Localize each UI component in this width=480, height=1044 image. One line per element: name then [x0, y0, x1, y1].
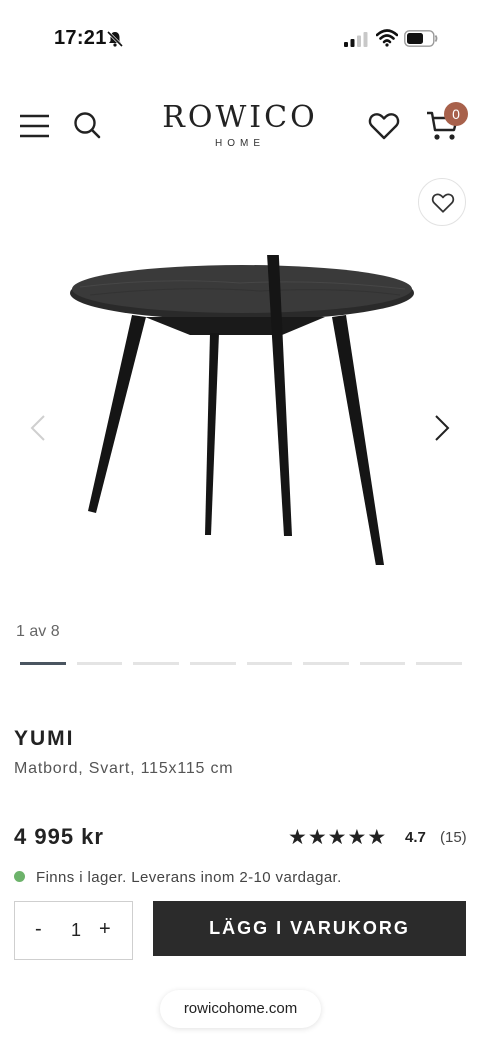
pagination-dot[interactable]: [76, 662, 123, 665]
pagination-dot[interactable]: [20, 662, 66, 665]
pagination-dot[interactable]: [133, 662, 179, 665]
pagination-dot[interactable]: [246, 662, 293, 665]
star-icon: ★: [288, 826, 307, 849]
review-count[interactable]: (15): [440, 829, 467, 846]
pagination-dot[interactable]: [359, 662, 406, 665]
chevron-right-icon[interactable]: [430, 413, 454, 443]
add-to-cart-button[interactable]: LÄGG I VARUKORG: [153, 901, 466, 956]
star-icon: ★: [327, 826, 347, 849]
add-to-wishlist-button[interactable]: [418, 178, 466, 226]
decrease-quantity-button[interactable]: -: [35, 918, 42, 941]
gallery-pagination: [20, 662, 462, 666]
search-icon[interactable]: [72, 110, 102, 140]
star-icon: ★: [307, 826, 327, 849]
increase-quantity-button[interactable]: +: [99, 918, 111, 941]
quantity-value[interactable]: 1: [70, 920, 82, 941]
battery-icon: [404, 30, 438, 47]
wifi-icon: [376, 29, 398, 47]
product-title: YUMI: [14, 727, 75, 750]
product-gallery[interactable]: [0, 175, 480, 605]
logo-sub: HOME: [215, 138, 265, 149]
rating-value: 4.7: [405, 829, 426, 846]
site-header: ROWICO HOME 0: [0, 96, 480, 160]
site-logo[interactable]: ROWICO HOME: [140, 100, 340, 149]
logo-main: ROWICO: [162, 100, 318, 135]
chevron-left-icon[interactable]: [26, 413, 50, 443]
menu-icon[interactable]: [19, 113, 51, 139]
pagination-dot[interactable]: [303, 662, 349, 665]
pagination-dot[interactable]: [416, 662, 462, 665]
browser-url-bar[interactable]: rowicohome.com: [160, 990, 321, 1028]
product-description: Matbord, Svart, 115x115 cm: [14, 760, 234, 777]
quantity-stepper: - 1 +: [14, 901, 133, 960]
status-bar: 17:21: [0, 0, 480, 78]
heart-icon[interactable]: [368, 111, 400, 141]
gallery-counter: 1 av 8: [16, 623, 60, 640]
rating-stars[interactable]: ★ ★ ★ ★ ★: [288, 826, 387, 849]
status-time: 17:21: [54, 27, 107, 49]
pagination-dot[interactable]: [189, 662, 236, 665]
product-image[interactable]: [60, 255, 420, 565]
heart-icon: [431, 193, 455, 213]
bell-off-icon: [106, 30, 124, 48]
stock-status-text: Finns i lager. Leverans inom 2-10 vardag…: [36, 869, 342, 886]
signal-icon: [344, 32, 368, 47]
stock-status-icon: [14, 871, 25, 882]
cart-count-badge[interactable]: 0: [444, 102, 468, 126]
star-icon: ★: [347, 826, 367, 849]
star-icon: ★: [367, 826, 387, 849]
product-price: 4 995 kr: [14, 824, 104, 849]
